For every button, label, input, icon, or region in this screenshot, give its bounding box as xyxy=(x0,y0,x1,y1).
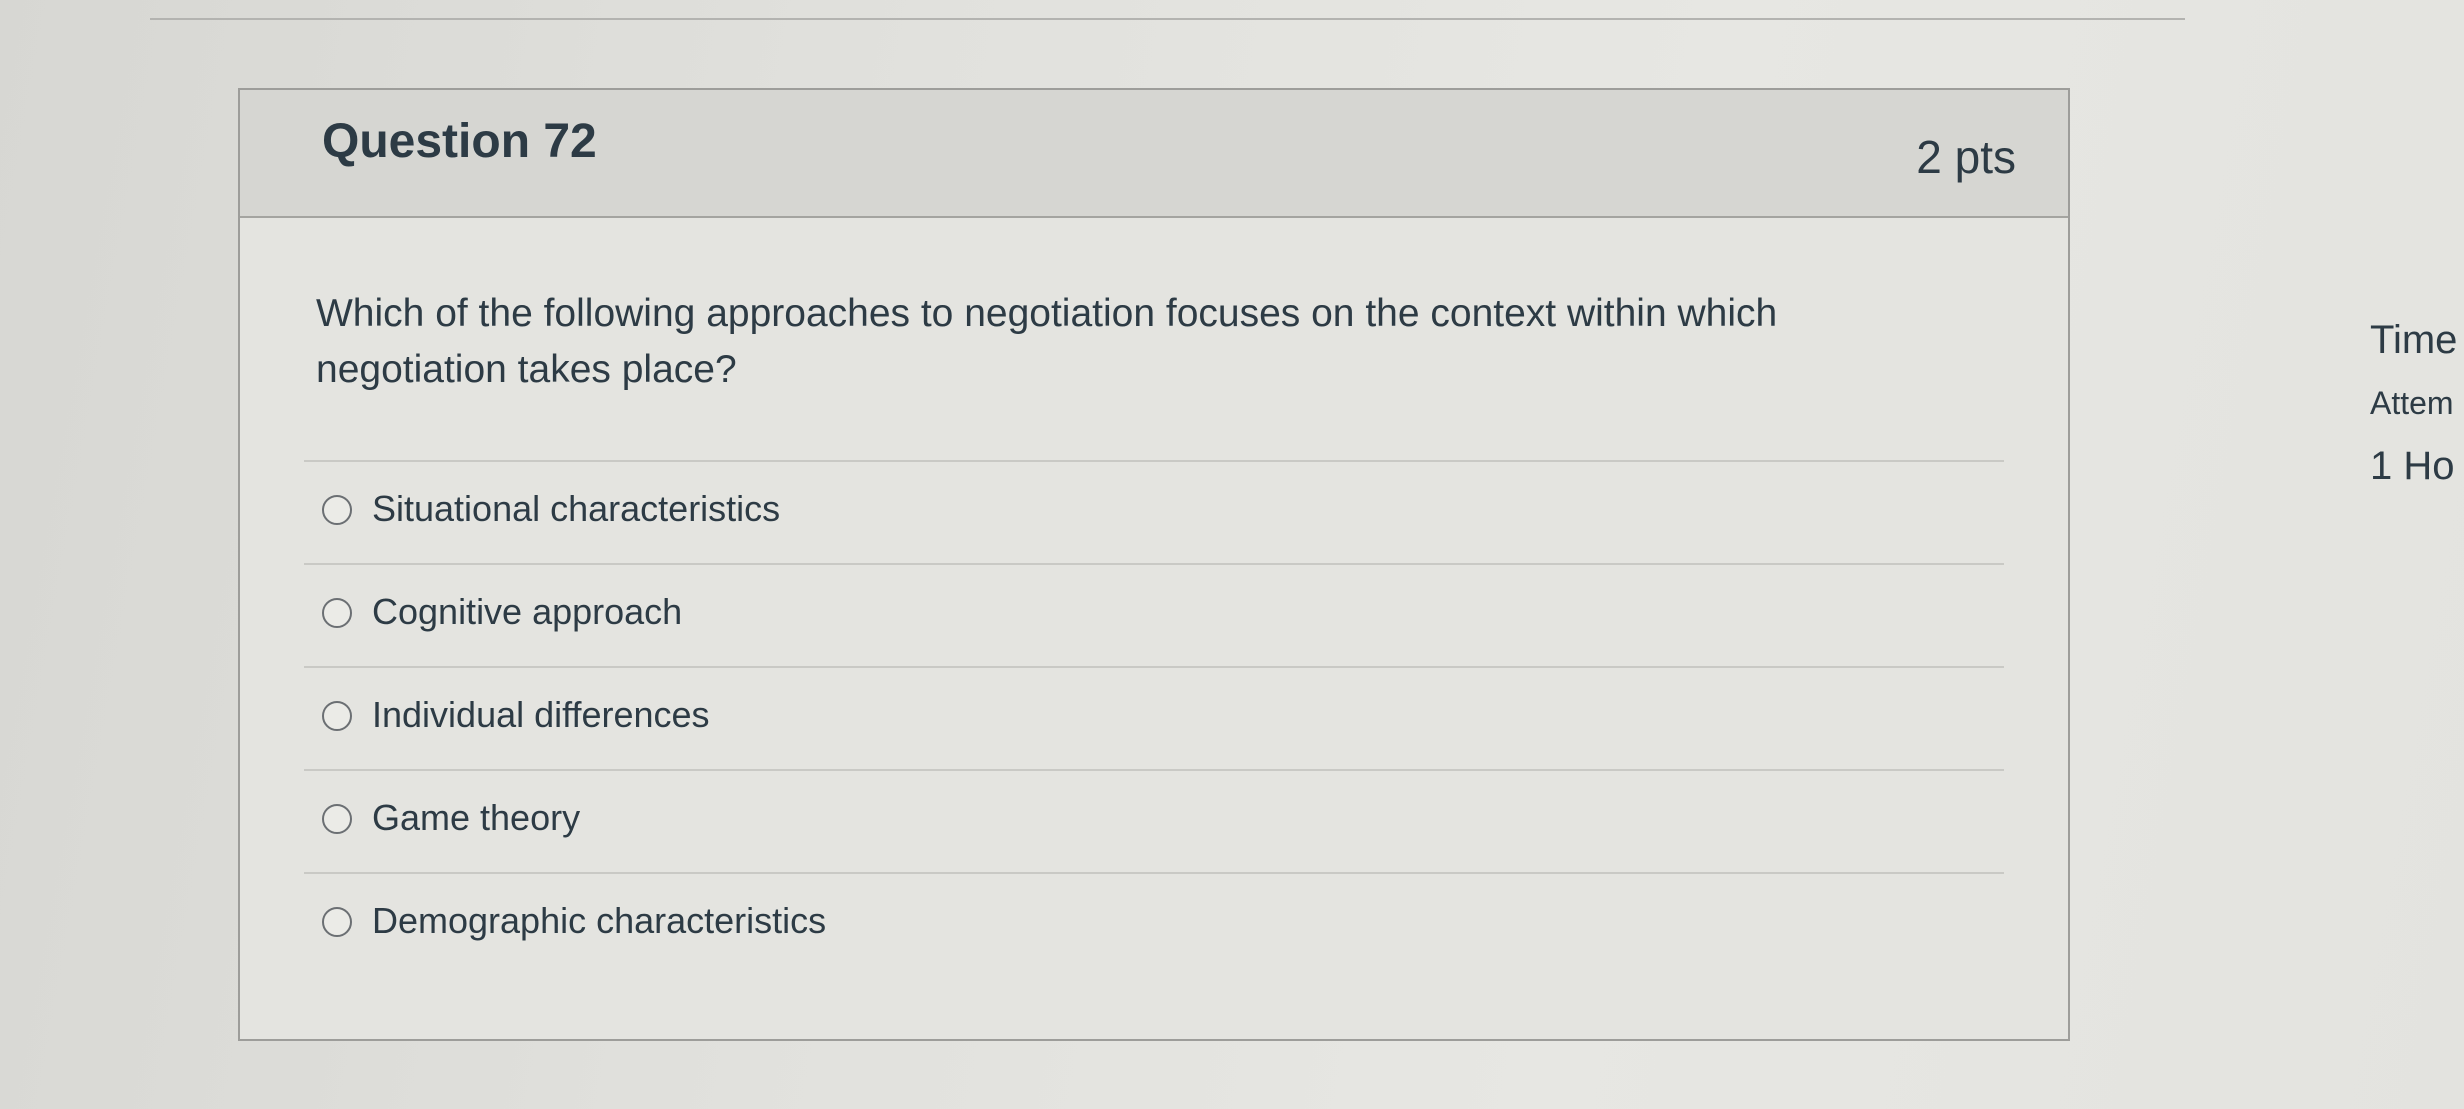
answer-label[interactable]: Situational characteristics xyxy=(372,488,780,530)
time-label: Time xyxy=(2370,318,2458,362)
time-remaining: 1 Ho xyxy=(2370,444,2455,488)
question-points: 2 pts xyxy=(1916,131,2016,183)
question-card: Question 72 2 pts Which of the following… xyxy=(238,88,2070,1041)
answer-label[interactable]: Demographic characteristics xyxy=(372,900,826,942)
answer-label[interactable]: Cognitive approach xyxy=(372,591,682,633)
top-divider xyxy=(150,18,2185,20)
answer-option-game-theory[interactable]: Game theory xyxy=(304,769,2004,872)
answer-label[interactable]: Game theory xyxy=(372,797,580,839)
answer-option-individual[interactable]: Individual differences xyxy=(304,666,2004,769)
question-title: Question 72 xyxy=(322,115,597,168)
answer-list: Situational characteristics Cognitive ap… xyxy=(304,460,2004,975)
radio-button[interactable] xyxy=(322,701,352,731)
radio-button[interactable] xyxy=(322,598,352,628)
answer-option-demographic[interactable]: Demographic characteristics xyxy=(304,872,2004,975)
question-header: Question 72 2 pts xyxy=(240,90,2068,218)
answer-label[interactable]: Individual differences xyxy=(372,694,710,736)
attempt-label: Attem xyxy=(2370,385,2454,421)
radio-button[interactable] xyxy=(322,907,352,937)
radio-button[interactable] xyxy=(322,804,352,834)
question-text: Which of the following approaches to neg… xyxy=(316,292,1778,391)
quiz-side-panel: Time Attem 1 Ho xyxy=(2370,318,2457,511)
answer-option-cognitive[interactable]: Cognitive approach xyxy=(304,563,2004,666)
radio-button[interactable] xyxy=(322,495,352,525)
answer-option-situational[interactable]: Situational characteristics xyxy=(304,460,2004,563)
